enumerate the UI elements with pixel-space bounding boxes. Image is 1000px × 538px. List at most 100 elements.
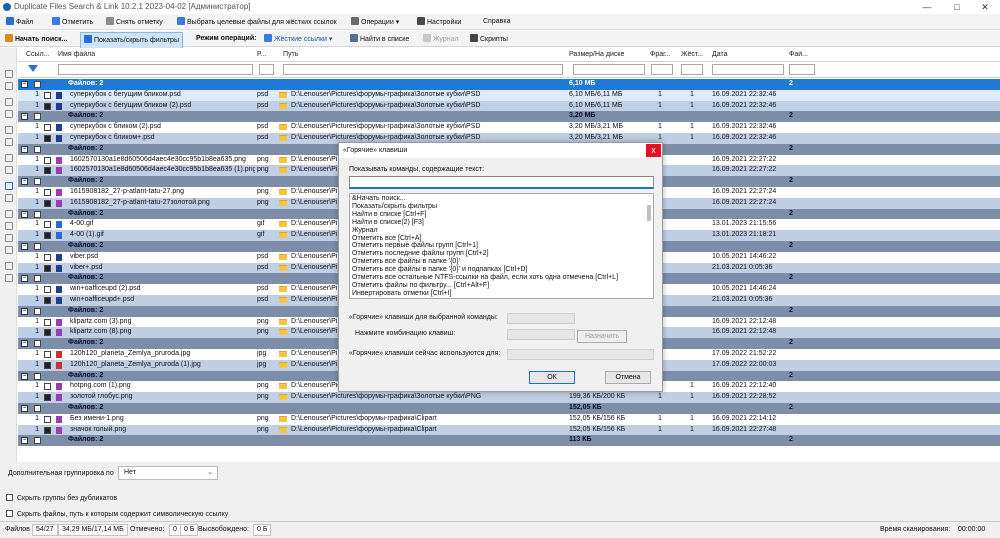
group-checkbox[interactable] [34, 210, 41, 218]
group-collapse-toggle[interactable]: − [21, 210, 28, 218]
properties-icon[interactable] [5, 154, 13, 162]
group-row[interactable]: − Файлов: 2 3,20 МБ 2 [18, 111, 1000, 123]
col-name[interactable]: Имя файла [58, 51, 238, 58]
sort-icon[interactable] [5, 262, 13, 270]
command-item[interactable]: Показать/скрыть фильтры [352, 203, 437, 211]
filter-path-input[interactable] [283, 64, 563, 75]
cancel-button[interactable]: Отмена [605, 371, 651, 384]
file-checkbox[interactable] [44, 329, 51, 337]
col-size[interactable]: Размер/На диске [569, 51, 649, 58]
menu-unmark[interactable]: Снять отметку [106, 17, 163, 28]
menu-help[interactable]: Справка [483, 17, 510, 27]
layout-icon[interactable] [5, 274, 13, 282]
find-in-list-button[interactable]: Найти в списке [350, 34, 409, 45]
file-checkbox[interactable] [44, 296, 51, 304]
file-checkbox[interactable] [44, 253, 51, 261]
filter-funnel-icon[interactable] [28, 65, 38, 72]
filter-date-input[interactable] [712, 64, 784, 75]
file-row[interactable]: 1 суперкубок с бегущим бликом.psd psd D:\Le… [18, 89, 1000, 101]
file-checkbox[interactable] [44, 167, 51, 175]
group-collapse-toggle[interactable]: − [21, 242, 28, 250]
file-checkbox[interactable] [44, 318, 51, 326]
menu-mark[interactable]: Отметить [52, 17, 93, 28]
file-checkbox[interactable] [44, 124, 51, 132]
group-checkbox[interactable] [34, 372, 41, 380]
group-checkbox[interactable] [34, 178, 41, 186]
file-row[interactable]: 1 суперкубок с бегущим бликом (2).psd psd D… [18, 100, 1000, 112]
col-files[interactable]: Фай... [789, 51, 819, 58]
hide-symlink-checkbox[interactable] [6, 510, 13, 517]
command-list[interactable]: &Начать поиск... Показать/скрыть фильтры Н… [349, 193, 654, 299]
file-checkbox[interactable] [44, 286, 51, 294]
file-checkbox[interactable] [44, 426, 51, 434]
group-checkbox[interactable] [34, 404, 41, 412]
command-item[interactable]: Найти в списке [Ctrl+F] [352, 211, 426, 219]
minimize-button[interactable]: — [912, 0, 942, 14]
group-collapse-toggle[interactable]: − [21, 178, 28, 186]
file-checkbox[interactable] [44, 199, 51, 207]
hide-symlink-option[interactable]: Скрыть файлы, путь к которым содержит си… [6, 510, 228, 518]
hardlink-tool-icon[interactable] [5, 182, 13, 190]
delete-icon[interactable] [5, 138, 13, 146]
filter-ext-input[interactable] [259, 64, 274, 75]
group-collapse-toggle[interactable]: − [21, 275, 28, 283]
file-checkbox[interactable] [44, 232, 51, 240]
file-checkbox[interactable] [44, 102, 51, 110]
command-item[interactable]: Отметить все файлы в папке '{0}' [352, 258, 460, 266]
copy-icon[interactable] [5, 98, 13, 106]
columns-icon[interactable] [5, 234, 13, 242]
file-checkbox[interactable] [44, 394, 51, 402]
command-item[interactable]: &Начать поиск... [352, 195, 406, 203]
scripts-button[interactable]: Скрипты [470, 34, 508, 45]
toggle-filters-button[interactable]: Показать/скрыть фильтры [80, 32, 183, 49]
group-row[interactable]: − Файлов: 2 6,10 МБ 2 [18, 79, 1000, 90]
grouping-select[interactable]: Нет ⌄ [118, 466, 218, 480]
file-checkbox[interactable] [44, 415, 51, 423]
col-ext[interactable]: Р... [257, 51, 271, 58]
group-checkbox[interactable] [34, 242, 41, 250]
col-path[interactable]: Путь [283, 51, 553, 58]
file-checkbox[interactable] [44, 383, 51, 391]
col-frag[interactable]: Фраг... [650, 51, 676, 58]
start-search-button[interactable]: Начать поиск... [5, 34, 67, 45]
mode-dropdown[interactable]: Жёсткие ссылки ▾ [264, 34, 332, 45]
symlink-icon[interactable] [5, 194, 13, 202]
filter-name-input[interactable] [58, 64, 253, 75]
filter-size-input[interactable] [573, 64, 645, 75]
dialog-close-button[interactable]: x [646, 144, 661, 157]
collapse-all-icon[interactable] [5, 82, 13, 90]
filter-files-input[interactable] [789, 64, 815, 75]
filter-hard-input[interactable] [681, 64, 703, 75]
hide-groups-checkbox[interactable] [6, 494, 13, 501]
filter-frag-input[interactable] [651, 64, 673, 75]
paste-icon[interactable] [5, 110, 13, 118]
export-icon[interactable] [5, 222, 13, 230]
col-date[interactable]: Дата [712, 51, 782, 58]
group-checkbox[interactable] [34, 437, 41, 445]
group-collapse-toggle[interactable]: − [21, 307, 28, 315]
menu-settings[interactable]: Настройки [417, 17, 461, 28]
command-item[interactable]: Отметить файлы по фильтру... [Ctrl+Alt+F… [352, 282, 489, 290]
file-checkbox[interactable] [44, 156, 51, 164]
group-checkbox[interactable] [34, 81, 41, 88]
file-checkbox[interactable] [44, 361, 51, 369]
rename-icon[interactable] [5, 210, 13, 218]
expand-all-icon[interactable] [5, 70, 13, 78]
group-collapse-toggle[interactable]: − [21, 113, 28, 121]
group-row[interactable]: − Файлов: 2 152,05 КБ 2 [18, 402, 1000, 414]
ok-button[interactable]: ОК [529, 371, 575, 384]
command-item[interactable]: Отметить все файлы в папке '{0}' и подпа… [352, 266, 527, 274]
group-collapse-toggle[interactable]: − [21, 404, 28, 412]
group-checkbox[interactable] [34, 275, 41, 283]
file-checkbox[interactable] [44, 350, 51, 358]
col-links[interactable]: Ссыл... [26, 51, 52, 58]
menu-select-targets[interactable]: Выбрать целевые файлы для жёстких ссылок [177, 17, 337, 28]
group-checkbox[interactable] [34, 307, 41, 315]
file-checkbox[interactable] [44, 221, 51, 229]
link-icon[interactable] [5, 126, 13, 134]
group-checkbox[interactable] [34, 113, 41, 121]
maximize-button[interactable]: □ [942, 0, 972, 14]
group-collapse-toggle[interactable]: − [21, 145, 28, 153]
group-checkbox[interactable] [34, 145, 41, 153]
move-icon[interactable] [5, 166, 13, 174]
